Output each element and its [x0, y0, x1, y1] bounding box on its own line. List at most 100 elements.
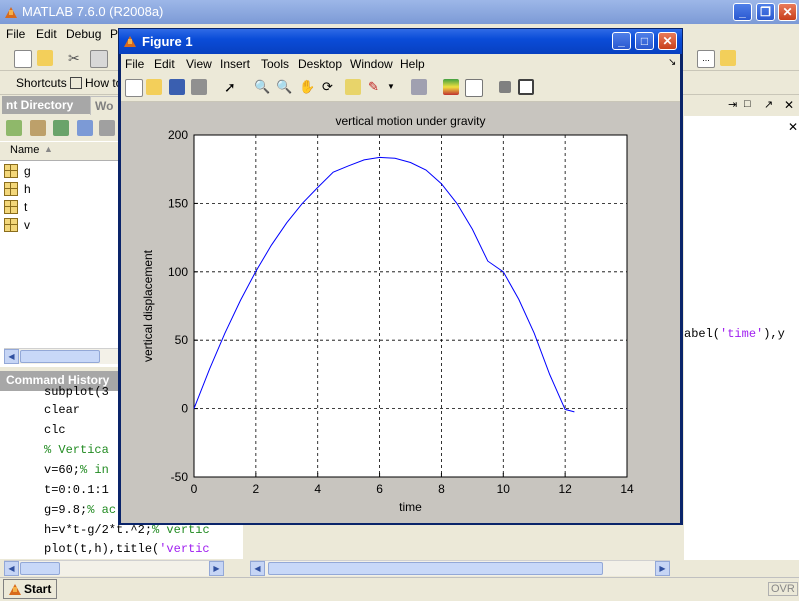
y-tick-label: 100 — [168, 265, 188, 279]
rotate-3d-icon[interactable]: ⟳ — [322, 79, 338, 95]
minimize-button[interactable]: _ — [733, 3, 752, 21]
x-tick-label: 8 — [438, 482, 445, 496]
save-figure-icon[interactable] — [169, 79, 185, 95]
menu-file[interactable]: File — [6, 27, 25, 41]
figure-canvas: 0 2 4 6 8 10 12 14 -50 0 50 100 150 200 vertical mot… — [121, 102, 680, 523]
zoom-in-icon[interactable]: 🔍 — [254, 79, 270, 95]
history-line[interactable]: v=60;% in — [44, 463, 109, 477]
ovr-indicator: OVR — [768, 582, 798, 596]
main-window-title: MATLAB 7.6.0 (R2008a) — [22, 4, 164, 19]
x-tick-label: 0 — [191, 482, 198, 496]
load-icon[interactable] — [30, 120, 46, 136]
open-folder-icon[interactable] — [37, 50, 53, 66]
history-line[interactable]: clear — [44, 403, 80, 417]
shortcuts-label[interactable]: Shortcuts — [16, 76, 67, 90]
colorbar-icon[interactable] — [443, 79, 459, 95]
history-line[interactable]: subplot(3 — [44, 385, 109, 399]
figure-title-bar[interactable]: Figure 1 _ □ ✕ — [119, 29, 682, 54]
legend-icon[interactable] — [465, 79, 483, 97]
figure-close-button[interactable]: ✕ — [658, 32, 677, 50]
y-ticks: -50 0 50 100 150 200 — [168, 128, 198, 484]
howto-label[interactable]: How to — [85, 76, 122, 90]
menu-parallel[interactable]: P — [110, 27, 118, 41]
data-cursor-icon[interactable] — [345, 79, 361, 95]
dock-arrow-icon[interactable]: ↘ — [668, 57, 676, 68]
fig-menu-edit[interactable]: Edit — [154, 57, 175, 71]
history-line[interactable]: plot(t,h),title('vertic — [44, 542, 210, 556]
command-window-scrollbar[interactable]: ◀ ▶ — [250, 560, 670, 576]
x-axis-label: time — [399, 500, 422, 514]
fig-menu-view[interactable]: View — [186, 57, 212, 71]
history-line[interactable]: clc — [44, 423, 66, 437]
pan-hand-icon[interactable]: ✋ — [299, 79, 315, 95]
print-icon[interactable] — [99, 120, 115, 136]
restore-button[interactable]: ❐ — [756, 3, 775, 21]
menu-debug[interactable]: Debug — [66, 27, 101, 41]
scroll-right-icon[interactable]: ▶ — [655, 561, 670, 576]
save-icon[interactable] — [77, 120, 93, 136]
undock-icon[interactable]: ⇥ — [728, 98, 737, 111]
variable-icon — [4, 218, 18, 232]
scroll-thumb[interactable] — [20, 350, 100, 363]
open-file-icon[interactable] — [146, 79, 162, 95]
menu-edit[interactable]: Edit — [36, 27, 57, 41]
import-icon[interactable] — [53, 120, 69, 136]
figure-title: Figure 1 — [142, 34, 193, 49]
print-figure-icon[interactable] — [191, 79, 207, 95]
close-icon[interactable]: ✕ — [788, 120, 798, 134]
history-line[interactable]: h=v*t-g/2*t.^2;% vertic — [44, 523, 210, 537]
fig-menu-window[interactable]: Window — [350, 57, 393, 71]
command-window-line: abel('time'),y — [684, 327, 785, 341]
fig-menu-help[interactable]: Help — [400, 57, 425, 71]
fig-menu-insert[interactable]: Insert — [220, 57, 250, 71]
close-button[interactable]: ✕ — [778, 3, 797, 21]
fig-menu-tools[interactable]: Tools — [261, 57, 289, 71]
scroll-thumb[interactable] — [268, 562, 603, 575]
scroll-left-icon[interactable]: ◀ — [4, 349, 19, 364]
new-file-icon[interactable] — [14, 50, 32, 68]
fig-menu-desktop[interactable]: Desktop — [298, 57, 342, 71]
history-line[interactable]: t=0:0.1:1 — [44, 483, 109, 497]
variable-icon — [4, 182, 18, 196]
plot-svg: 0 2 4 6 8 10 12 14 -50050100150200 vertical mot… — [141, 114, 634, 514]
tab-current-directory[interactable]: nt Directory — [2, 96, 90, 114]
scroll-left-icon[interactable]: ◀ — [250, 561, 265, 576]
x-tick-label: 14 — [620, 482, 634, 496]
scroll-thumb[interactable] — [20, 562, 60, 575]
x-tick-label: 12 — [558, 482, 572, 496]
history-horizontal-scrollbar[interactable]: ◀ ▶ — [4, 560, 224, 576]
maximize-panel-icon[interactable]: □ — [744, 98, 751, 110]
horizontal-scrollbar[interactable]: ◀ — [4, 348, 122, 364]
hide-plot-tools-icon[interactable] — [499, 81, 511, 93]
zoom-out-icon[interactable]: 🔍 — [276, 79, 292, 95]
new-figure-icon[interactable] — [125, 79, 143, 97]
figure-minimize-button[interactable]: _ — [612, 32, 631, 50]
browse-button[interactable]: ... — [697, 50, 715, 68]
cut-icon[interactable]: ✂ — [68, 50, 84, 66]
y-tick-label: 0 — [181, 402, 188, 416]
fig-menu-file[interactable]: File — [125, 57, 144, 71]
edit-plot-arrow-icon[interactable]: ➚ — [224, 79, 240, 95]
figure-toolbar: ➚ 🔍 🔍 ✋ ⟳ ✎ ▼ — [121, 74, 680, 102]
dock-arrow-icon[interactable]: ↗ — [764, 98, 773, 111]
figure-maximize-button[interactable]: □ — [635, 32, 654, 50]
new-folder-icon[interactable] — [6, 120, 22, 136]
history-line[interactable]: % Vertica — [44, 443, 109, 457]
start-button[interactable]: Start — [3, 579, 57, 599]
y-axis-label: vertical displacement — [141, 249, 155, 362]
variable-icon — [4, 200, 18, 214]
history-line[interactable]: g=9.8;% ac — [44, 503, 116, 517]
axes-area — [193, 134, 628, 478]
x-tick-label: 4 — [314, 482, 321, 496]
show-plot-tools-icon[interactable] — [518, 79, 534, 95]
scroll-right-icon[interactable]: ▶ — [209, 561, 224, 576]
copy-icon[interactable] — [90, 50, 108, 68]
link-plot-icon[interactable] — [411, 79, 427, 95]
brush-icon[interactable]: ✎ — [368, 79, 384, 95]
brush-dropdown-icon[interactable]: ▼ — [387, 79, 403, 95]
scroll-left-icon[interactable]: ◀ — [4, 561, 19, 576]
up-folder-icon[interactable] — [720, 50, 736, 66]
y-tick-label: 150 — [168, 196, 188, 210]
close-panel-icon[interactable]: ✕ — [784, 98, 794, 112]
column-name[interactable]: Name — [10, 144, 39, 156]
